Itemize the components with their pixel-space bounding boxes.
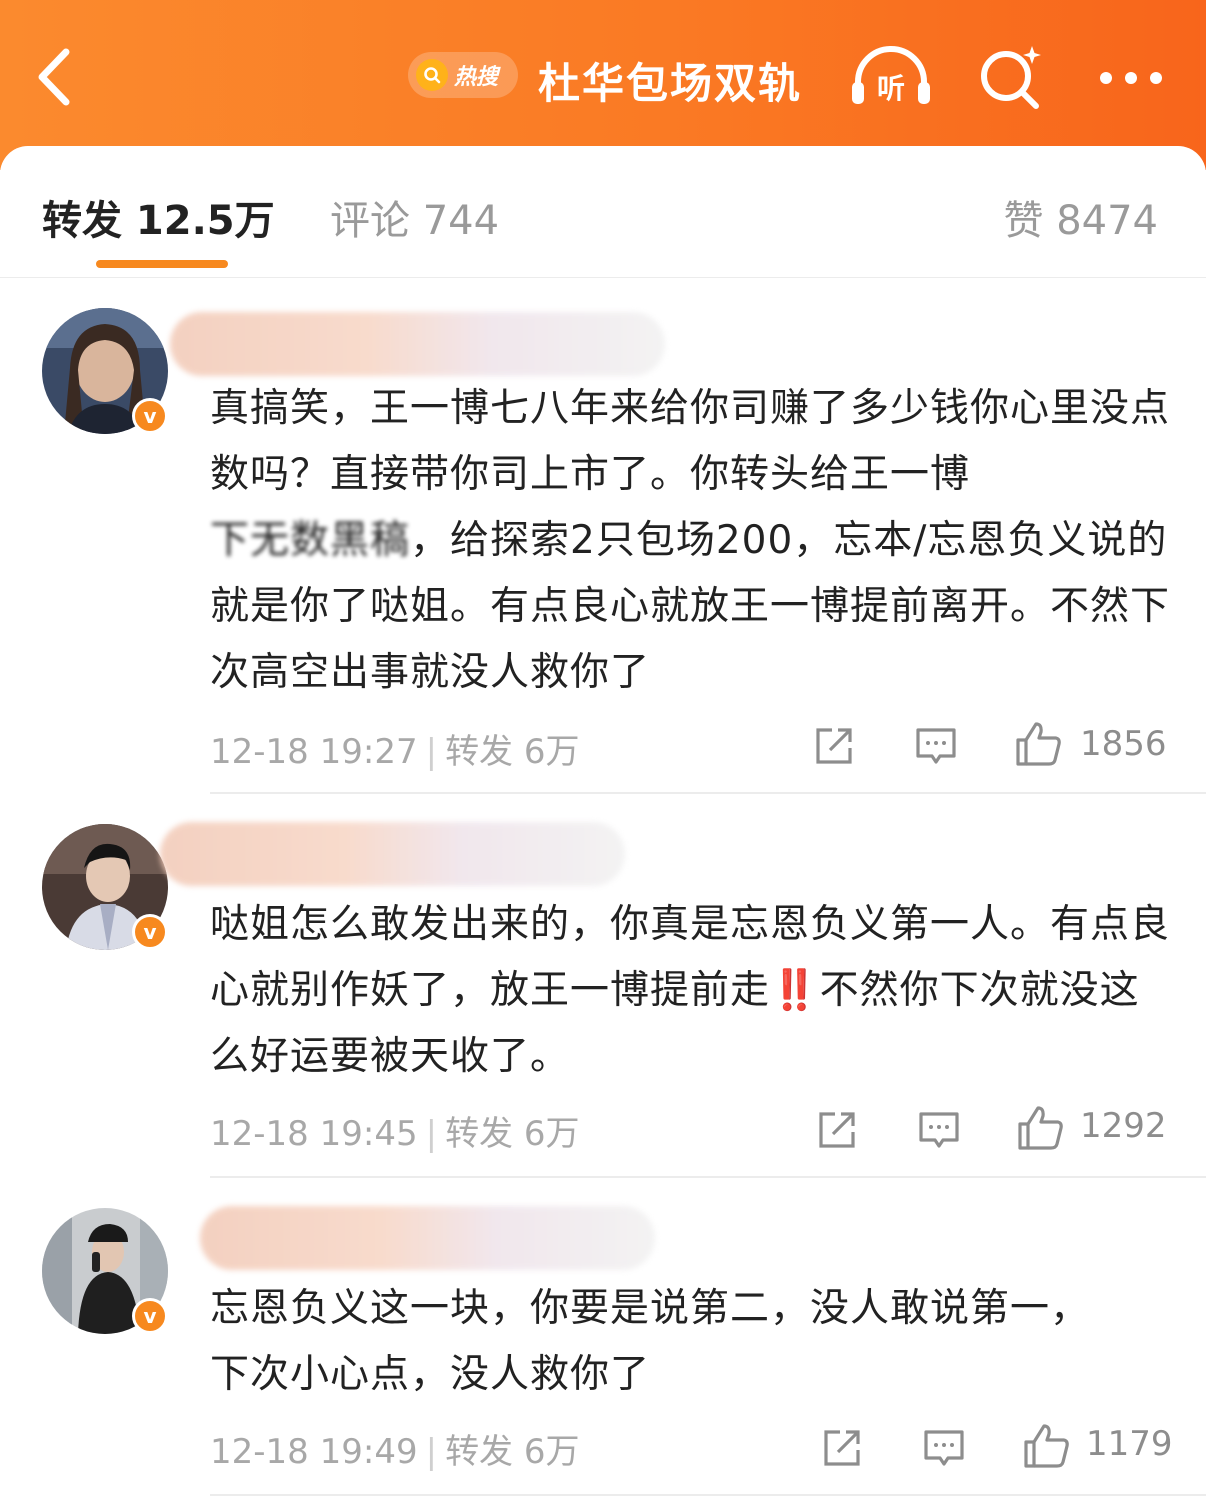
share-icon[interactable] <box>820 1426 864 1470</box>
verified-icon: v <box>132 1298 168 1334</box>
divider <box>210 1494 1206 1496</box>
repost-count[interactable]: 转发 6万 <box>445 732 579 772</box>
double-exclamation-icon: ‼️ <box>770 968 820 1013</box>
divider <box>210 792 1206 794</box>
more-icon[interactable] <box>1096 60 1166 96</box>
repost-count[interactable]: 转发 6万 <box>445 1114 579 1154</box>
repost-text: 真搞笑，王一博七八年来给你司赚了多少钱你心里没点数吗？直接带你司上市了。你转头给… <box>210 376 1170 706</box>
like-icon[interactable] <box>1016 1104 1064 1152</box>
hot-search-icon <box>416 59 448 91</box>
username[interactable] <box>160 822 625 886</box>
topic-header: 热搜 杜华包场双轨 听 <box>0 0 1206 170</box>
username[interactable] <box>200 1206 655 1270</box>
meta-separator: | <box>425 1114 438 1154</box>
timestamp: 12-18 19:49 <box>210 1432 418 1472</box>
repost-text: 忘恩负义这一块，你要是说第二，没人敢说第一，下次小心点，没人救你了 <box>210 1286 1091 1397</box>
like-icon[interactable] <box>1014 720 1062 768</box>
comment-icon[interactable] <box>917 1108 961 1152</box>
like-count: 1179 <box>1086 1424 1173 1464</box>
verified-icon: v <box>132 914 168 950</box>
repost-meta: 12-18 19:45 | 转发 6万 <box>210 1106 580 1155</box>
like-count: 1292 <box>1080 1106 1167 1146</box>
repost-meta: 12-18 19:27 | 转发 6万 <box>210 724 580 773</box>
tab-repost[interactable]: 转发 12.5万 <box>42 188 275 246</box>
like-count: 1856 <box>1080 724 1167 764</box>
meta-separator: | <box>425 1432 438 1472</box>
active-tab-indicator <box>96 260 228 268</box>
tab-bar: 转发 12.5万 评论 744 赞 8474 <box>0 146 1206 278</box>
like-icon[interactable] <box>1022 1422 1070 1470</box>
topic-title: 杜华包场双轨 <box>538 59 803 108</box>
redacted-text: 下无数黑稿 <box>210 508 411 574</box>
repost-meta: 12-18 19:49 | 转发 6万 <box>210 1424 580 1473</box>
repost-text-part: 真搞笑，王一博七八年来给你司赚了多少钱你心里没点数吗？直接带你司上市了。你转头给… <box>210 386 1171 497</box>
tab-comments[interactable]: 评论 744 <box>330 188 499 246</box>
repost-text: 哒姐怎么敢发出来的，你真是忘恩负义第一人。有点良心就别作妖了，放王一博提前走‼️… <box>210 892 1170 1090</box>
listen-icon[interactable]: 听 <box>848 44 934 110</box>
timestamp: 12-18 19:27 <box>210 732 418 772</box>
timestamp: 12-18 19:45 <box>210 1114 418 1154</box>
verified-icon: v <box>132 398 168 434</box>
comment-icon[interactable] <box>922 1426 966 1470</box>
search-icon[interactable] <box>976 44 1046 110</box>
hot-search-label: 热搜 <box>454 65 499 90</box>
tab-likes[interactable]: 赞 8474 <box>1003 188 1158 246</box>
share-icon[interactable] <box>815 1108 859 1152</box>
username[interactable] <box>170 312 665 376</box>
repost-count[interactable]: 转发 6万 <box>445 1432 579 1472</box>
back-icon[interactable] <box>30 42 80 112</box>
meta-separator: | <box>425 732 438 772</box>
comment-icon[interactable] <box>914 724 958 768</box>
hot-search-badge[interactable]: 热搜 <box>408 52 518 98</box>
share-icon[interactable] <box>812 724 856 768</box>
divider <box>210 1176 1206 1178</box>
listen-label: 听 <box>877 72 905 105</box>
